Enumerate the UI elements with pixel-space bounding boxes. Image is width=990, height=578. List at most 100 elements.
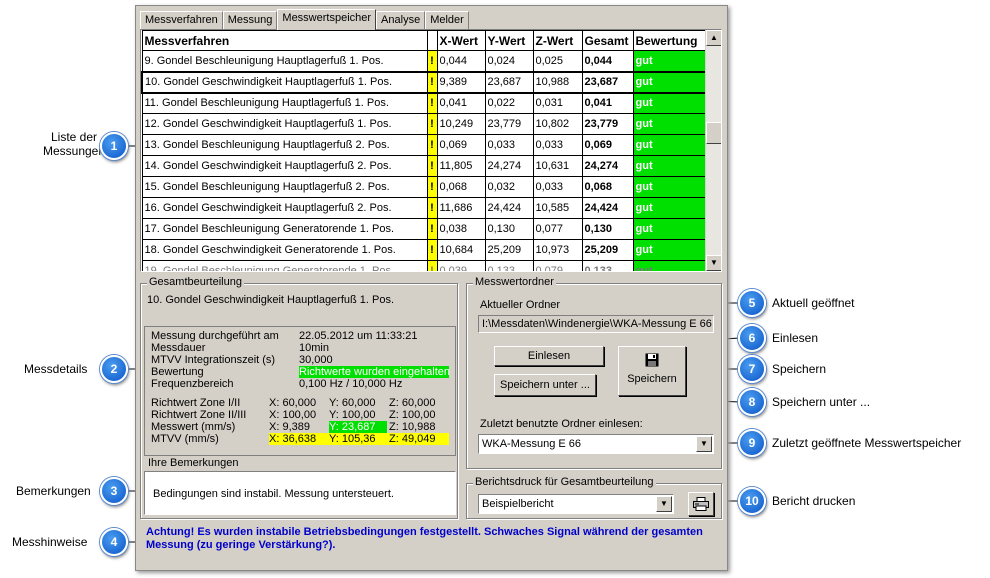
warning-flag-icon: ! xyxy=(426,155,438,177)
table-row[interactable]: 16. Gondel Geschwindigkeit Hauptlagerfuß… xyxy=(141,197,708,219)
header-z-wert[interactable]: Z-Wert xyxy=(532,30,583,51)
save-button[interactable]: Speichern xyxy=(618,346,686,396)
cell-name: 19. Gondel Beschleunigung Generatorende … xyxy=(141,260,428,271)
cell-name: 16. Gondel Geschwindigkeit Hauptlagerfuß… xyxy=(141,197,428,219)
cell-z-value: 10,631 xyxy=(532,155,583,177)
report-template-select[interactable]: Beispielbericht ▼ xyxy=(478,494,674,514)
cell-total-value: 0,069 xyxy=(581,134,634,156)
cell-x-value: 0,039 xyxy=(436,260,486,271)
table-row[interactable]: 19. Gondel Beschleunigung Generatorende … xyxy=(141,260,708,271)
callout-label-6: Einlesen xyxy=(772,331,819,345)
cell-name: 17. Gondel Beschleunigung Generatorende … xyxy=(141,218,428,240)
header-gesamt[interactable]: Gesamt xyxy=(581,30,634,51)
measurement-notice: Achtung! Es wurden instabile Betriebsbed… xyxy=(146,526,703,551)
tab-melder[interactable]: Melder xyxy=(425,11,469,29)
cell-name: 11. Gondel Beschleunigung Hauptlagerfuß … xyxy=(141,92,428,114)
recent-folders-label: Zuletzt benutzte Ordner einlesen: xyxy=(480,418,643,430)
measurement-list[interactable]: Messverfahren X-Wert Y-Wert Z-Wert Gesam… xyxy=(140,29,722,272)
callout-badge-1: 1 xyxy=(100,132,128,160)
cell-x-value: 0,044 xyxy=(436,50,486,72)
chevron-down-icon[interactable]: ▼ xyxy=(696,436,712,452)
table-row[interactable]: 13. Gondel Beschleunigung Hauptlagerfuß … xyxy=(141,134,708,156)
measurement-table: Messverfahren X-Wert Y-Wert Z-Wert Gesam… xyxy=(141,30,708,271)
cell-z-value: 0,033 xyxy=(532,176,583,198)
cell-rating: gut xyxy=(632,197,708,219)
cell-total-value: 23,779 xyxy=(581,113,634,135)
table-row[interactable]: 17. Gondel Beschleunigung Generatorende … xyxy=(141,218,708,240)
header-bewertung[interactable]: Bewertung xyxy=(632,30,708,51)
header-flag[interactable] xyxy=(426,30,438,51)
cell-z-value: 0,033 xyxy=(532,134,583,156)
callout-label-7: Speichern xyxy=(772,362,827,376)
cell-y-value: 0,032 xyxy=(484,176,534,198)
cell-rating: gut xyxy=(632,260,708,271)
table-row[interactable]: 9. Gondel Beschleunigung Hauptlagerfuß 1… xyxy=(141,50,708,72)
header-y-wert[interactable]: Y-Wert xyxy=(484,30,534,51)
chevron-down-icon[interactable]: ▼ xyxy=(656,496,672,512)
table-row[interactable]: 14. Gondel Geschwindigkeit Hauptlagerfuß… xyxy=(141,155,708,177)
detail-zone-1-2: Richtwert Zone I/II X: 60,000 Y: 60,000 … xyxy=(151,397,436,409)
table-row[interactable]: 15. Gondel Beschleunigung Hauptlagerfuß … xyxy=(141,176,708,198)
cell-total-value: 23,687 xyxy=(581,70,634,94)
scroll-up-icon[interactable]: ▲ xyxy=(706,30,721,46)
cell-z-value: 0,079 xyxy=(532,260,583,271)
print-report-button[interactable] xyxy=(688,492,714,516)
callout-badge-3: 3 xyxy=(100,477,128,505)
cell-name: 18. Gondel Geschwindigkeit Generatorende… xyxy=(141,239,428,261)
recent-folders-select[interactable]: WKA-Messung E 66 ▼ xyxy=(478,434,714,454)
cell-y-value: 23,687 xyxy=(484,70,534,94)
callout-badge-4: 4 xyxy=(100,528,128,556)
cell-rating: gut xyxy=(632,239,708,261)
cell-x-value: 10,684 xyxy=(436,239,486,261)
tab-messung[interactable]: Messung xyxy=(222,11,278,29)
cell-z-value: 0,025 xyxy=(532,50,583,72)
table-row[interactable]: 11. Gondel Beschleunigung Hauptlagerfuß … xyxy=(141,92,708,114)
header-x-wert[interactable]: X-Wert xyxy=(436,30,486,51)
scroll-thumb[interactable] xyxy=(706,122,721,144)
cell-rating: gut xyxy=(632,134,708,156)
load-button[interactable]: Einlesen xyxy=(494,346,604,366)
current-folder-field[interactable]: I:\Messdaten\Windenergie\WKA-Messung E 6… xyxy=(478,315,714,333)
rating-status-badge: Richtwerte wurden eingehalten xyxy=(299,366,451,378)
cell-total-value: 0,041 xyxy=(581,92,634,114)
tab-analyse[interactable]: Analyse xyxy=(376,11,426,29)
cell-total-value: 25,209 xyxy=(581,239,634,261)
remarks-field[interactable]: Bedingungen sind instabil. Messung unter… xyxy=(144,471,456,515)
cell-total-value: 24,424 xyxy=(581,197,634,219)
cell-z-value: 10,585 xyxy=(532,197,583,219)
measurement-details-panel: Messung durchgeführt am 22.05.2012 um 11… xyxy=(144,326,456,456)
tab-messverfahren[interactable]: Messverfahren xyxy=(140,11,223,29)
cell-rating: gut xyxy=(632,218,708,240)
remarks-text: Bedingungen sind instabil. Messung unter… xyxy=(153,488,394,500)
table-row[interactable]: 10. Gondel Geschwindigkeit Hauptlagerfuß… xyxy=(141,70,708,94)
callout-badge-5: 5 xyxy=(738,289,766,317)
table-vertical-scrollbar[interactable]: ▲ ▼ xyxy=(705,30,721,271)
scroll-down-icon[interactable]: ▼ xyxy=(706,255,721,271)
save-button-label: Speichern xyxy=(627,373,677,385)
report-print-title: Berichtsdruck für Gesamtbeurteilung xyxy=(473,476,656,488)
cell-rating: gut xyxy=(632,176,708,198)
cell-rating: gut xyxy=(632,155,708,177)
cell-rating: gut xyxy=(632,92,708,114)
warning-flag-icon: ! xyxy=(426,218,438,240)
cell-y-value: 0,033 xyxy=(484,134,534,156)
cell-x-value: 0,069 xyxy=(436,134,486,156)
cell-rating: gut xyxy=(632,50,708,72)
callout-label-10: Bericht drucken xyxy=(772,494,856,508)
measurement-folder-title: Messwertordner xyxy=(473,276,556,288)
cell-x-value: 0,041 xyxy=(436,92,486,114)
callout-badge-2: 2 xyxy=(100,355,128,383)
cell-name: 15. Gondel Beschleunigung Hauptlagerfuß … xyxy=(141,176,428,198)
table-row[interactable]: 12. Gondel Geschwindigkeit Hauptlagerfuß… xyxy=(141,113,708,135)
tab-messwertspeicher[interactable]: Messwertspeicher xyxy=(277,9,377,30)
callout-label-8: Speichern unter ... xyxy=(772,395,871,409)
cell-x-value: 11,686 xyxy=(436,197,486,219)
cell-total-value: 0,130 xyxy=(581,218,634,240)
cell-x-value: 9,389 xyxy=(436,70,486,94)
save-as-button[interactable]: Speichern unter ... xyxy=(494,374,596,396)
table-row[interactable]: 18. Gondel Geschwindigkeit Generatorende… xyxy=(141,239,708,261)
callout-badge-7: 7 xyxy=(738,355,766,383)
header-messverfahren[interactable]: Messverfahren xyxy=(141,30,428,51)
floppy-disk-icon xyxy=(645,353,659,367)
overall-assessment-title: Gesamtbeurteilung xyxy=(147,276,244,288)
